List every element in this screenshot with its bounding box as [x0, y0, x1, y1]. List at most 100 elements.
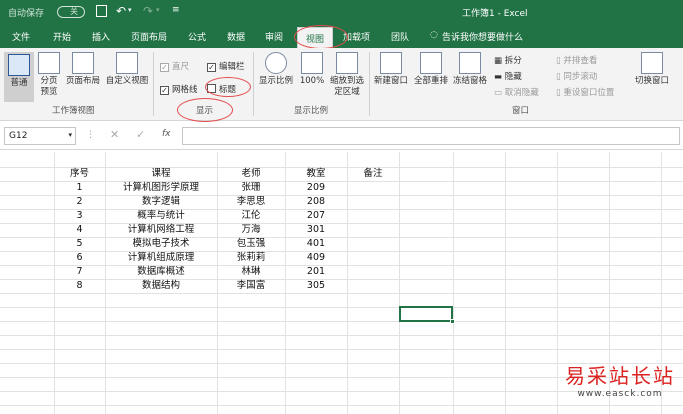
- zoom-label: 显示比例: [258, 76, 293, 86]
- tell-me-box[interactable]: 告诉我你想要做什么: [442, 30, 523, 43]
- cell-room: 209: [306, 182, 326, 193]
- sync-scroll-button: ▯ 同步滚动: [556, 70, 597, 82]
- cell-teacher: 张莉莉: [236, 252, 266, 263]
- page-break-icon: [38, 52, 60, 74]
- cell-course: 模拟电子技术: [132, 238, 190, 249]
- group-zoom: 显示比例: [294, 106, 329, 116]
- name-box-dropdown-icon[interactable]: ▾: [68, 131, 72, 139]
- tab-home[interactable]: 开始: [53, 30, 71, 43]
- freeze-panes-button[interactable]: 冻结窗格: [450, 52, 490, 87]
- tab-data[interactable]: 数据: [227, 30, 245, 43]
- fill-handle[interactable]: [450, 319, 455, 324]
- cell-course: 数据结构: [141, 280, 180, 291]
- freeze-panes-label: 冻结窗格: [452, 76, 487, 86]
- undo-icon[interactable]: ↶: [116, 4, 126, 18]
- zoom-button[interactable]: 显示比例: [258, 52, 294, 87]
- custom-views-icon: [116, 52, 138, 74]
- switch-windows-label: 切换窗口: [634, 76, 669, 86]
- autosave-label: 自动保存: [8, 9, 45, 19]
- cell-room: 409: [306, 252, 326, 263]
- side-by-side-button: ▯ 并排查看: [556, 54, 597, 66]
- zoom-selection-label: 缩放到选定区域: [329, 76, 364, 97]
- new-window-button[interactable]: 新建窗口: [372, 52, 410, 87]
- tab-team[interactable]: 团队: [391, 30, 409, 43]
- page-layout-label: 页面布局: [65, 76, 100, 86]
- cancel-icon: ✕: [110, 128, 120, 141]
- tab-page-layout[interactable]: 页面布局: [131, 30, 167, 43]
- watermark: 易采站长站 www.easck.com: [565, 360, 675, 399]
- magnifier-icon: [265, 52, 287, 74]
- active-cell-g12[interactable]: [399, 306, 455, 324]
- autosave-toggle[interactable]: 关: [57, 6, 85, 18]
- cell-teacher: 李思思: [236, 196, 266, 207]
- formula-bar-checkbox[interactable]: ✓ 编辑栏: [207, 60, 245, 72]
- side-by-side-label: 并排查看: [563, 56, 598, 66]
- split-button[interactable]: ▦ 拆分: [494, 54, 522, 66]
- autosave-state: 关: [70, 7, 78, 16]
- cell-room: 208: [306, 196, 326, 207]
- tab-formulas[interactable]: 公式: [188, 30, 206, 43]
- cell-room: 207: [306, 210, 326, 221]
- hide-button[interactable]: ▬ 隐藏: [494, 70, 522, 82]
- reset-window-label: 重设窗口位置: [563, 88, 615, 98]
- window-title: 工作簿1 - Excel: [462, 9, 528, 19]
- sync-scroll-label: 同步滚动: [563, 72, 598, 82]
- more-options-icon: ⋮: [86, 130, 95, 140]
- normal-view-icon: [8, 54, 30, 76]
- ribbon-view: 普通 分页预览 页面布局 自定义视图 工作簿视图 ✓ 直尺 ✓ 编辑栏 ✓ 网格线 标…: [0, 48, 683, 122]
- header-no: 序号: [69, 168, 89, 179]
- cell-no: 6: [76, 252, 83, 263]
- separator: [369, 52, 370, 116]
- separator: [253, 52, 254, 116]
- ruler-label: 直尺: [172, 62, 190, 72]
- cell-teacher: 李国富: [236, 280, 266, 291]
- cell-no: 2: [76, 196, 83, 207]
- split-icon: ▦: [494, 56, 505, 66]
- headings-highlight: [205, 77, 251, 97]
- gridlines-checkbox[interactable]: ✓ 网格线: [160, 83, 198, 95]
- tab-file[interactable]: 文件: [12, 30, 30, 43]
- page-break-preview-button[interactable]: 分页预览: [36, 52, 62, 98]
- undo-dropdown-icon[interactable]: ▾: [128, 6, 132, 14]
- zoom-selection-icon: [336, 52, 358, 74]
- cell-room: 201: [306, 266, 326, 277]
- custom-views-button[interactable]: 自定义视图: [104, 52, 150, 87]
- redo-dropdown-icon: ▾: [156, 6, 160, 14]
- insert-function-icon[interactable]: fx: [162, 129, 171, 139]
- save-icon[interactable]: [96, 5, 107, 17]
- normal-view-button[interactable]: 普通: [4, 52, 34, 102]
- tab-review[interactable]: 审阅: [265, 30, 283, 43]
- separator: [153, 52, 154, 116]
- tab-view-highlight: [294, 25, 348, 49]
- customize-qat-icon[interactable]: ≡: [172, 5, 180, 15]
- zoom-100-label: 100%: [299, 76, 325, 86]
- unhide-icon: ▭: [494, 88, 505, 98]
- tab-insert[interactable]: 插入: [92, 30, 110, 43]
- watermark-url: www.easck.com: [577, 389, 663, 399]
- header-course: 课程: [151, 168, 171, 179]
- arrange-all-button[interactable]: 全部重排: [412, 52, 450, 87]
- switch-windows-button[interactable]: 切换窗口: [630, 52, 674, 87]
- unhide-button: ▭ 取消隐藏: [494, 86, 539, 98]
- ruler-checkbox: ✓ 直尺: [160, 60, 189, 72]
- page-break-label: 分页预览: [40, 76, 58, 97]
- watermark-text: 易采站长站: [565, 364, 675, 388]
- name-box[interactable]: G12 ▾: [4, 127, 76, 145]
- show-group-highlight: [177, 98, 233, 122]
- cell-teacher: 张珊: [241, 182, 261, 193]
- zoom-selection-button[interactable]: 缩放到选定区域: [328, 52, 366, 98]
- group-window: 窗口: [512, 106, 530, 116]
- custom-views-label: 自定义视图: [105, 76, 149, 86]
- zoom-100-button[interactable]: 100%: [298, 52, 326, 87]
- cell-room: 305: [306, 280, 326, 291]
- cell-teacher: 万海: [241, 224, 261, 235]
- ruler-check-icon: ✓: [160, 63, 169, 72]
- cell-course: 数字逻辑: [141, 196, 180, 207]
- arrange-all-icon: [420, 52, 442, 74]
- formula-input[interactable]: [182, 127, 680, 145]
- cell-no: 4: [76, 224, 83, 235]
- unhide-label: 取消隐藏: [504, 88, 539, 98]
- worksheet-grid[interactable]: 序号 课程 老师 教室 备注 1 计算机图形学原理 张珊 209 2 数字逻辑 …: [0, 152, 683, 414]
- page-layout-view-button[interactable]: 页面布局: [64, 52, 102, 87]
- cell-teacher: 林琳: [241, 266, 261, 277]
